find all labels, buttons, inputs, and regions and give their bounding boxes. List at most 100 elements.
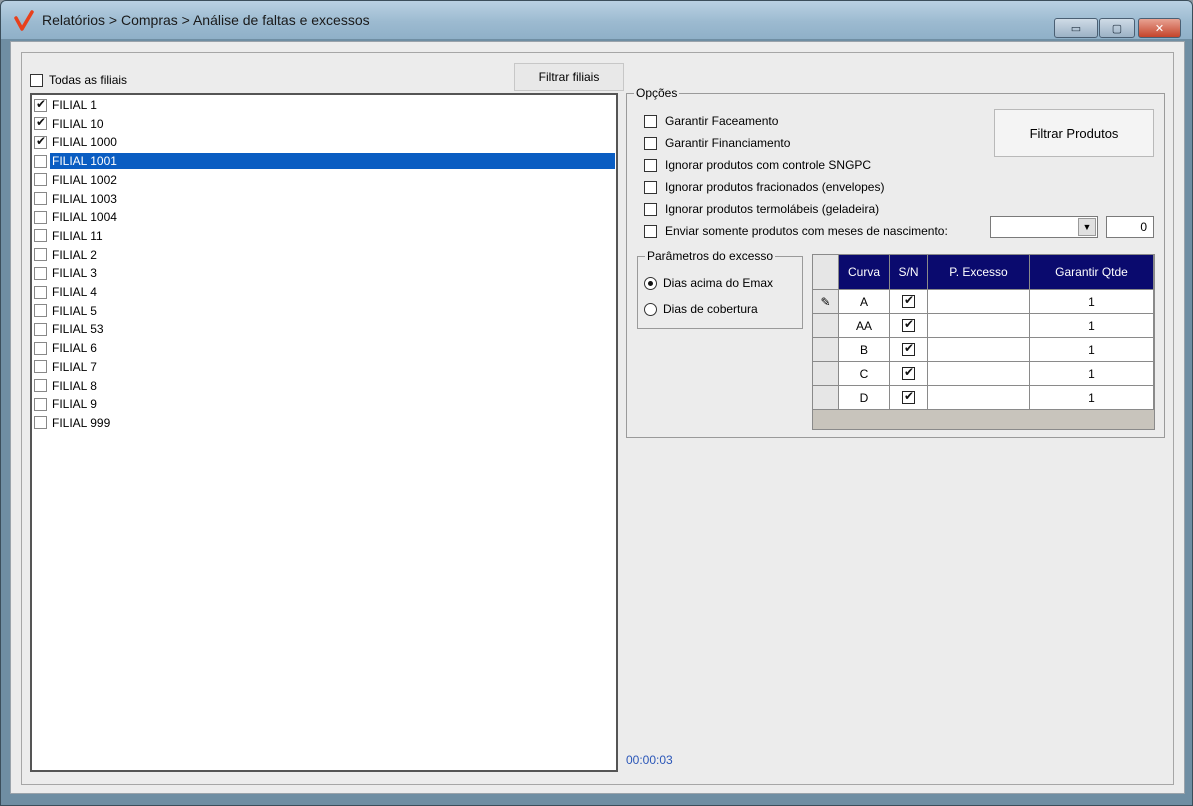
radio-dias-cobertura-label: Dias de cobertura <box>663 302 758 316</box>
filial-item[interactable]: FILIAL 6 <box>34 339 99 357</box>
grid-header-2[interactable]: P. Excesso <box>928 255 1030 290</box>
grid-cell-sn[interactable] <box>890 362 928 386</box>
sn-checkbox-icon[interactable] <box>902 317 915 332</box>
grid-cell-garantir-qtde[interactable]: 1 <box>1030 338 1154 362</box>
filial-checkbox[interactable] <box>34 210 47 224</box>
opcao-check-icon[interactable] <box>644 136 657 150</box>
filial-checkbox[interactable] <box>34 360 47 374</box>
filial-checkbox[interactable] <box>34 229 47 243</box>
filial-checkbox[interactable] <box>34 154 47 168</box>
grid-cell-p-excesso[interactable] <box>928 338 1030 362</box>
grid-cell-garantir-qtde[interactable]: 1 <box>1030 362 1154 386</box>
close-button[interactable]: ✕ <box>1138 18 1181 38</box>
filial-item[interactable]: FILIAL 1003 <box>34 190 119 208</box>
filial-checkbox[interactable] <box>34 416 47 430</box>
radio-dias-emax[interactable]: Dias acima do Emax <box>644 276 773 290</box>
minimize-button[interactable]: ▭ <box>1054 18 1098 38</box>
grid-header-1[interactable]: S/N <box>890 255 928 290</box>
grid-cell-garantir-qtde[interactable]: 1 <box>1030 314 1154 338</box>
grid-row-header[interactable] <box>813 314 839 338</box>
opcao-checkbox-1[interactable]: Garantir Financiamento <box>644 136 790 150</box>
sn-checkbox-icon[interactable] <box>902 341 915 356</box>
filial-item[interactable]: FILIAL 1002 <box>34 171 119 189</box>
filial-item[interactable]: FILIAL 7 <box>34 358 99 376</box>
meses-combo[interactable]: ▼ <box>990 216 1098 238</box>
filial-checkbox[interactable] <box>34 285 47 299</box>
opcao-check-icon[interactable] <box>644 224 657 238</box>
filial-item[interactable]: FILIAL 11 <box>34 227 105 245</box>
filtrar-filiais-button[interactable]: Filtrar filiais <box>514 63 624 91</box>
filial-item[interactable]: FILIAL 1001 <box>34 152 615 170</box>
filial-checkbox[interactable] <box>34 134 47 149</box>
opcao-check-icon[interactable] <box>644 180 657 194</box>
grid-cell-sn[interactable] <box>890 290 928 314</box>
radio-dias-cobertura-icon[interactable] <box>644 302 657 316</box>
grid-cell-p-excesso[interactable] <box>928 386 1030 410</box>
filial-checkbox[interactable] <box>34 397 47 411</box>
sn-checkbox-icon[interactable] <box>902 389 915 404</box>
opcao-check-icon[interactable] <box>644 202 657 216</box>
grid-header-0[interactable]: Curva <box>839 255 890 290</box>
maximize-button[interactable]: ▢ <box>1099 18 1135 38</box>
grid-cell-curva[interactable]: AA <box>839 314 890 338</box>
filial-item[interactable]: FILIAL 1000 <box>34 133 119 151</box>
filial-item[interactable]: FILIAL 1 <box>34 96 99 114</box>
grid-cell-curva[interactable]: B <box>839 338 890 362</box>
opcao-check-icon[interactable] <box>644 114 657 128</box>
opcao-checkbox-4[interactable]: Ignorar produtos termolábeis (geladeira) <box>644 202 879 216</box>
filial-item[interactable]: FILIAL 2 <box>34 246 99 264</box>
filial-item[interactable]: FILIAL 3 <box>34 264 99 282</box>
opcao-checkbox-2[interactable]: Ignorar produtos com controle SNGPC <box>644 158 871 172</box>
grid-cell-p-excesso[interactable] <box>928 362 1030 386</box>
grid-header-3[interactable]: Garantir Qtde <box>1030 255 1154 290</box>
grid-row-header[interactable] <box>813 338 839 362</box>
grid-cell-p-excesso[interactable] <box>928 314 1030 338</box>
sn-checkbox-icon[interactable] <box>902 293 915 308</box>
filial-checkbox[interactable] <box>34 97 47 112</box>
filial-checkbox[interactable] <box>34 248 47 262</box>
filial-item[interactable]: FILIAL 10 <box>34 115 106 133</box>
filial-checkbox[interactable] <box>34 266 47 280</box>
filial-checkbox[interactable] <box>34 115 47 131</box>
curva-grid[interactable]: CurvaS/NP. ExcessoGarantir Qtde ✎ A 1 AA 1 B 1 C… <box>812 254 1155 430</box>
grid-cell-sn[interactable] <box>890 314 928 338</box>
opcao-checkbox-3[interactable]: Ignorar produtos fracionados (envelopes) <box>644 180 884 194</box>
grid-cell-garantir-qtde[interactable]: 1 <box>1030 386 1154 410</box>
filial-item[interactable]: FILIAL 1004 <box>34 208 119 226</box>
filial-checkbox[interactable] <box>34 192 47 205</box>
filial-list[interactable]: FILIAL 1 FILIAL 10 FILIAL 1000 FILIAL 1001 F… <box>30 93 618 772</box>
radio-dias-cobertura[interactable]: Dias de cobertura <box>644 302 758 316</box>
grid-cell-curva[interactable]: A <box>839 290 890 314</box>
opcao-check-icon[interactable] <box>644 158 657 172</box>
filtrar-produtos-button[interactable]: Filtrar Produtos <box>994 109 1154 157</box>
filial-item[interactable]: FILIAL 4 <box>34 283 99 301</box>
grid-cell-sn[interactable] <box>890 338 928 362</box>
grid-row-header[interactable]: ✎ <box>813 290 839 314</box>
filial-item[interactable]: FILIAL 8 <box>34 377 99 395</box>
grid-cell-curva[interactable]: D <box>839 386 890 410</box>
grid-cell-p-excesso[interactable] <box>928 290 1030 314</box>
filial-item[interactable]: FILIAL 9 <box>34 395 99 413</box>
filial-checkbox[interactable] <box>34 379 47 392</box>
grid-cell-sn[interactable] <box>890 386 928 410</box>
dropdown-arrow-icon[interactable]: ▼ <box>1078 218 1096 236</box>
meses-number-field[interactable]: 0 <box>1106 216 1154 238</box>
filial-checkbox[interactable] <box>34 304 47 318</box>
radio-dias-emax-icon[interactable] <box>644 276 657 290</box>
filial-checkbox[interactable] <box>34 173 47 187</box>
filial-item[interactable]: FILIAL 53 <box>34 320 106 338</box>
title-bar[interactable]: Relatórios > Compras > Análise de faltas… <box>1 1 1192 39</box>
todas-filiais-check-icon[interactable] <box>30 73 43 87</box>
grid-cell-garantir-qtde[interactable]: 1 <box>1030 290 1154 314</box>
todas-filiais-checkbox[interactable]: Todas as filiais <box>30 73 127 87</box>
grid-row-header[interactable] <box>813 362 839 386</box>
sn-checkbox-icon[interactable] <box>902 365 915 380</box>
filial-item[interactable]: FILIAL 999 <box>34 414 112 432</box>
grid-cell-curva[interactable]: C <box>839 362 890 386</box>
filial-checkbox[interactable] <box>34 341 47 355</box>
opcao-checkbox-0[interactable]: Garantir Faceamento <box>644 114 778 128</box>
opcao-checkbox-5[interactable]: Enviar somente produtos com meses de nas… <box>644 224 948 238</box>
filial-item[interactable]: FILIAL 5 <box>34 302 99 320</box>
filial-checkbox[interactable] <box>34 322 47 336</box>
grid-row-header[interactable] <box>813 386 839 410</box>
